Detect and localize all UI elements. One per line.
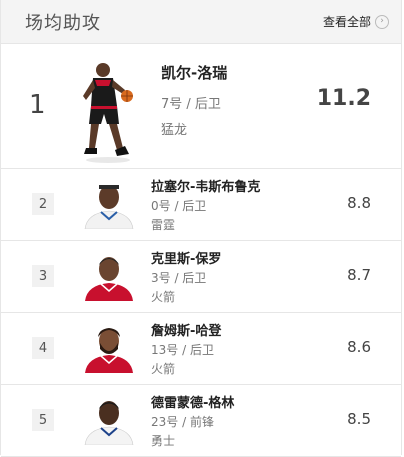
player-avatar bbox=[85, 328, 133, 373]
list-item[interactable]: 2 拉塞尔-韦斯布鲁克 0号 / 后卫 雷霆 8.8 bbox=[1, 169, 401, 241]
rank-badge: 4 bbox=[32, 337, 54, 359]
player-name: 拉塞尔-韦斯布鲁克 bbox=[151, 180, 261, 195]
assists-leaderboard: 场均助攻 查看全部 › 1 凯尔-洛瑞 7号 / 后卫 猛龙 11.2 2 拉塞… bbox=[0, 0, 402, 457]
leaderboard-title: 场均助攻 bbox=[25, 12, 101, 34]
view-all-label: 查看全部 bbox=[322, 15, 371, 29]
rank-badge: 3 bbox=[32, 265, 54, 287]
player-avatar bbox=[85, 257, 133, 301]
player-number-position: 7号 / 后卫 bbox=[161, 97, 221, 112]
assists-value: 8.6 bbox=[347, 338, 371, 356]
player-team: 火箭 bbox=[151, 362, 176, 376]
player-name: 德雷蒙德-格林 bbox=[151, 396, 235, 411]
leader-row[interactable]: 1 凯尔-洛瑞 7号 / 后卫 猛龙 11.2 bbox=[1, 44, 401, 169]
player-team: 猛龙 bbox=[161, 123, 188, 138]
rank-badge: 5 bbox=[32, 409, 54, 431]
list-item[interactable]: 3 克里斯-保罗 3号 / 后卫 火箭 8.7 bbox=[1, 241, 401, 313]
player-number-position: 13号 / 后卫 bbox=[151, 343, 214, 357]
player-photo bbox=[83, 63, 133, 163]
assists-value: 8.7 bbox=[347, 266, 371, 284]
player-team: 雷霆 bbox=[151, 218, 176, 232]
rank-number: 1 bbox=[29, 90, 46, 120]
assists-value: 11.2 bbox=[316, 86, 371, 111]
list-item[interactable]: 4 詹姆斯-哈登 13号 / 后卫 火箭 8.6 bbox=[1, 313, 401, 385]
list-item[interactable]: 5 德雷蒙德-格林 23号 / 前锋 勇士 8.5 bbox=[1, 385, 401, 457]
assists-value: 8.5 bbox=[347, 410, 371, 428]
assists-value: 8.8 bbox=[347, 194, 371, 212]
player-avatar bbox=[84, 185, 134, 229]
player-number-position: 23号 / 前锋 bbox=[151, 415, 214, 429]
chevron-right-icon: › bbox=[375, 14, 389, 29]
player-name: 克里斯-保罗 bbox=[151, 252, 222, 267]
player-team: 勇士 bbox=[151, 434, 176, 448]
player-number-position: 0号 / 后卫 bbox=[151, 199, 207, 213]
view-all-link[interactable]: 查看全部 › bbox=[323, 13, 389, 30]
player-name: 凯尔-洛瑞 bbox=[161, 64, 228, 82]
player-number-position: 3号 / 后卫 bbox=[151, 271, 207, 285]
rank-badge: 2 bbox=[32, 193, 54, 215]
leaderboard-header: 场均助攻 查看全部 › bbox=[1, 0, 401, 44]
player-avatar bbox=[84, 401, 134, 445]
player-team: 火箭 bbox=[151, 290, 176, 304]
player-name: 詹姆斯-哈登 bbox=[151, 324, 222, 339]
